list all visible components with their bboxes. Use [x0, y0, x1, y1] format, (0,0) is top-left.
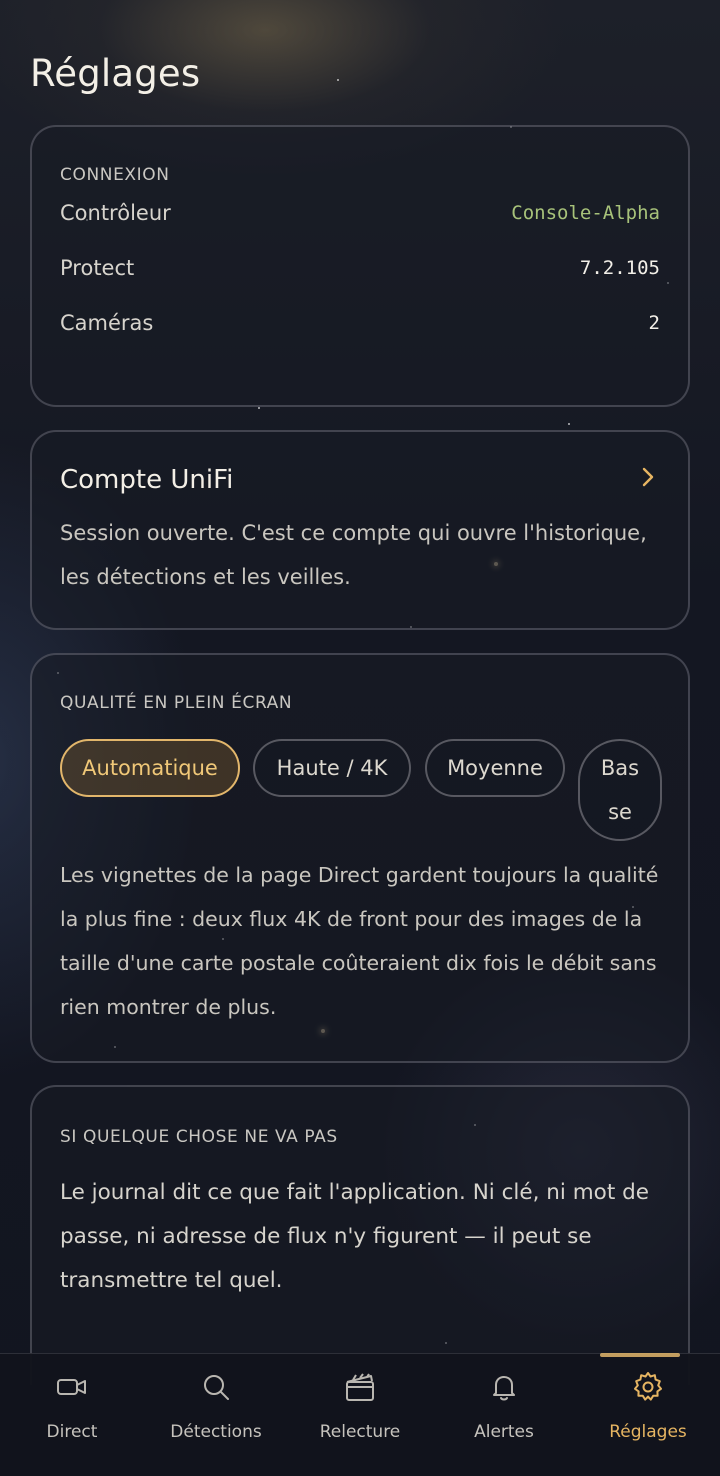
- protect-version-value: 7.2.105: [579, 256, 660, 279]
- quality-option-haute-4k[interactable]: Haute / 4K: [253, 739, 411, 797]
- quality-card: QUALITÉ EN PLEIN ÉCRAN Automatique Haute…: [30, 653, 690, 1063]
- quality-option-automatique[interactable]: Automatique: [60, 739, 240, 797]
- info-key: Caméras: [60, 310, 154, 335]
- nav-label: Réglages: [609, 1422, 687, 1442]
- nav-label: Direct: [46, 1422, 98, 1442]
- quality-option-basse[interactable]: Bas se: [578, 739, 662, 841]
- nav-item-detections[interactable]: Détections: [144, 1354, 288, 1476]
- nav-item-direct[interactable]: Direct: [0, 1354, 144, 1476]
- video-camera-icon: [57, 1379, 86, 1395]
- connexion-card: CONNEXION Contrôleur Console-Alpha Prote…: [30, 125, 690, 407]
- account-header: Compte UniFi: [60, 465, 660, 495]
- troubleshooting-description: Le journal dit ce que fait l'application…: [60, 1180, 649, 1293]
- account-title: Compte UniFi: [60, 465, 234, 495]
- search-icon: [204, 1375, 229, 1400]
- star-decoration: [568, 423, 570, 425]
- troubleshooting-card: SI QUELQUE CHOSE NE VA PAS Le journal di…: [30, 1085, 690, 1385]
- quality-options: Automatique Haute / 4K Moyenne Bas se: [60, 739, 662, 849]
- account-card[interactable]: Compte UniFi Session ouverte. C'est ce c…: [30, 430, 690, 630]
- chevron-right-icon[interactable]: [636, 466, 660, 494]
- info-row-cameras: Caméras 2: [60, 295, 660, 350]
- nav-item-relecture[interactable]: Relecture: [288, 1354, 432, 1476]
- bell-icon: [493, 1376, 515, 1401]
- star-decoration: [337, 79, 339, 81]
- bottom-navigation: Direct Détections Relecture Alertes Régl…: [0, 1353, 720, 1476]
- clapperboard-icon: [346, 1373, 374, 1401]
- account-description: Session ouverte. C'est ce compte qui ouv…: [60, 521, 647, 589]
- nav-item-alertes[interactable]: Alertes: [432, 1354, 576, 1476]
- quality-option-moyenne[interactable]: Moyenne: [425, 739, 565, 797]
- page-title: Réglages: [30, 52, 201, 95]
- section-label-quality: QUALITÉ EN PLEIN ÉCRAN: [60, 693, 293, 713]
- gear-icon: [634, 1372, 662, 1401]
- nav-label: Relecture: [319, 1422, 401, 1442]
- controller-value: Console-Alpha: [511, 201, 660, 224]
- info-key: Contrôleur: [60, 200, 171, 225]
- info-key: Protect: [60, 255, 135, 280]
- info-row-controller: Contrôleur Console-Alpha: [60, 185, 660, 240]
- info-row-protect: Protect 7.2.105: [60, 240, 660, 295]
- active-tab-indicator: [600, 1353, 680, 1357]
- section-label-connexion: CONNEXION: [60, 165, 170, 185]
- section-label-troubleshooting: SI QUELQUE CHOSE NE VA PAS: [60, 1127, 338, 1147]
- star-decoration: [258, 407, 260, 409]
- camera-count-value: 2: [648, 311, 660, 334]
- nav-label: Détections: [170, 1422, 262, 1442]
- quality-description: Les vignettes de la page Direct gardent …: [60, 863, 659, 1019]
- nav-item-reglages[interactable]: Réglages: [576, 1353, 720, 1476]
- nav-label: Alertes: [474, 1422, 534, 1442]
